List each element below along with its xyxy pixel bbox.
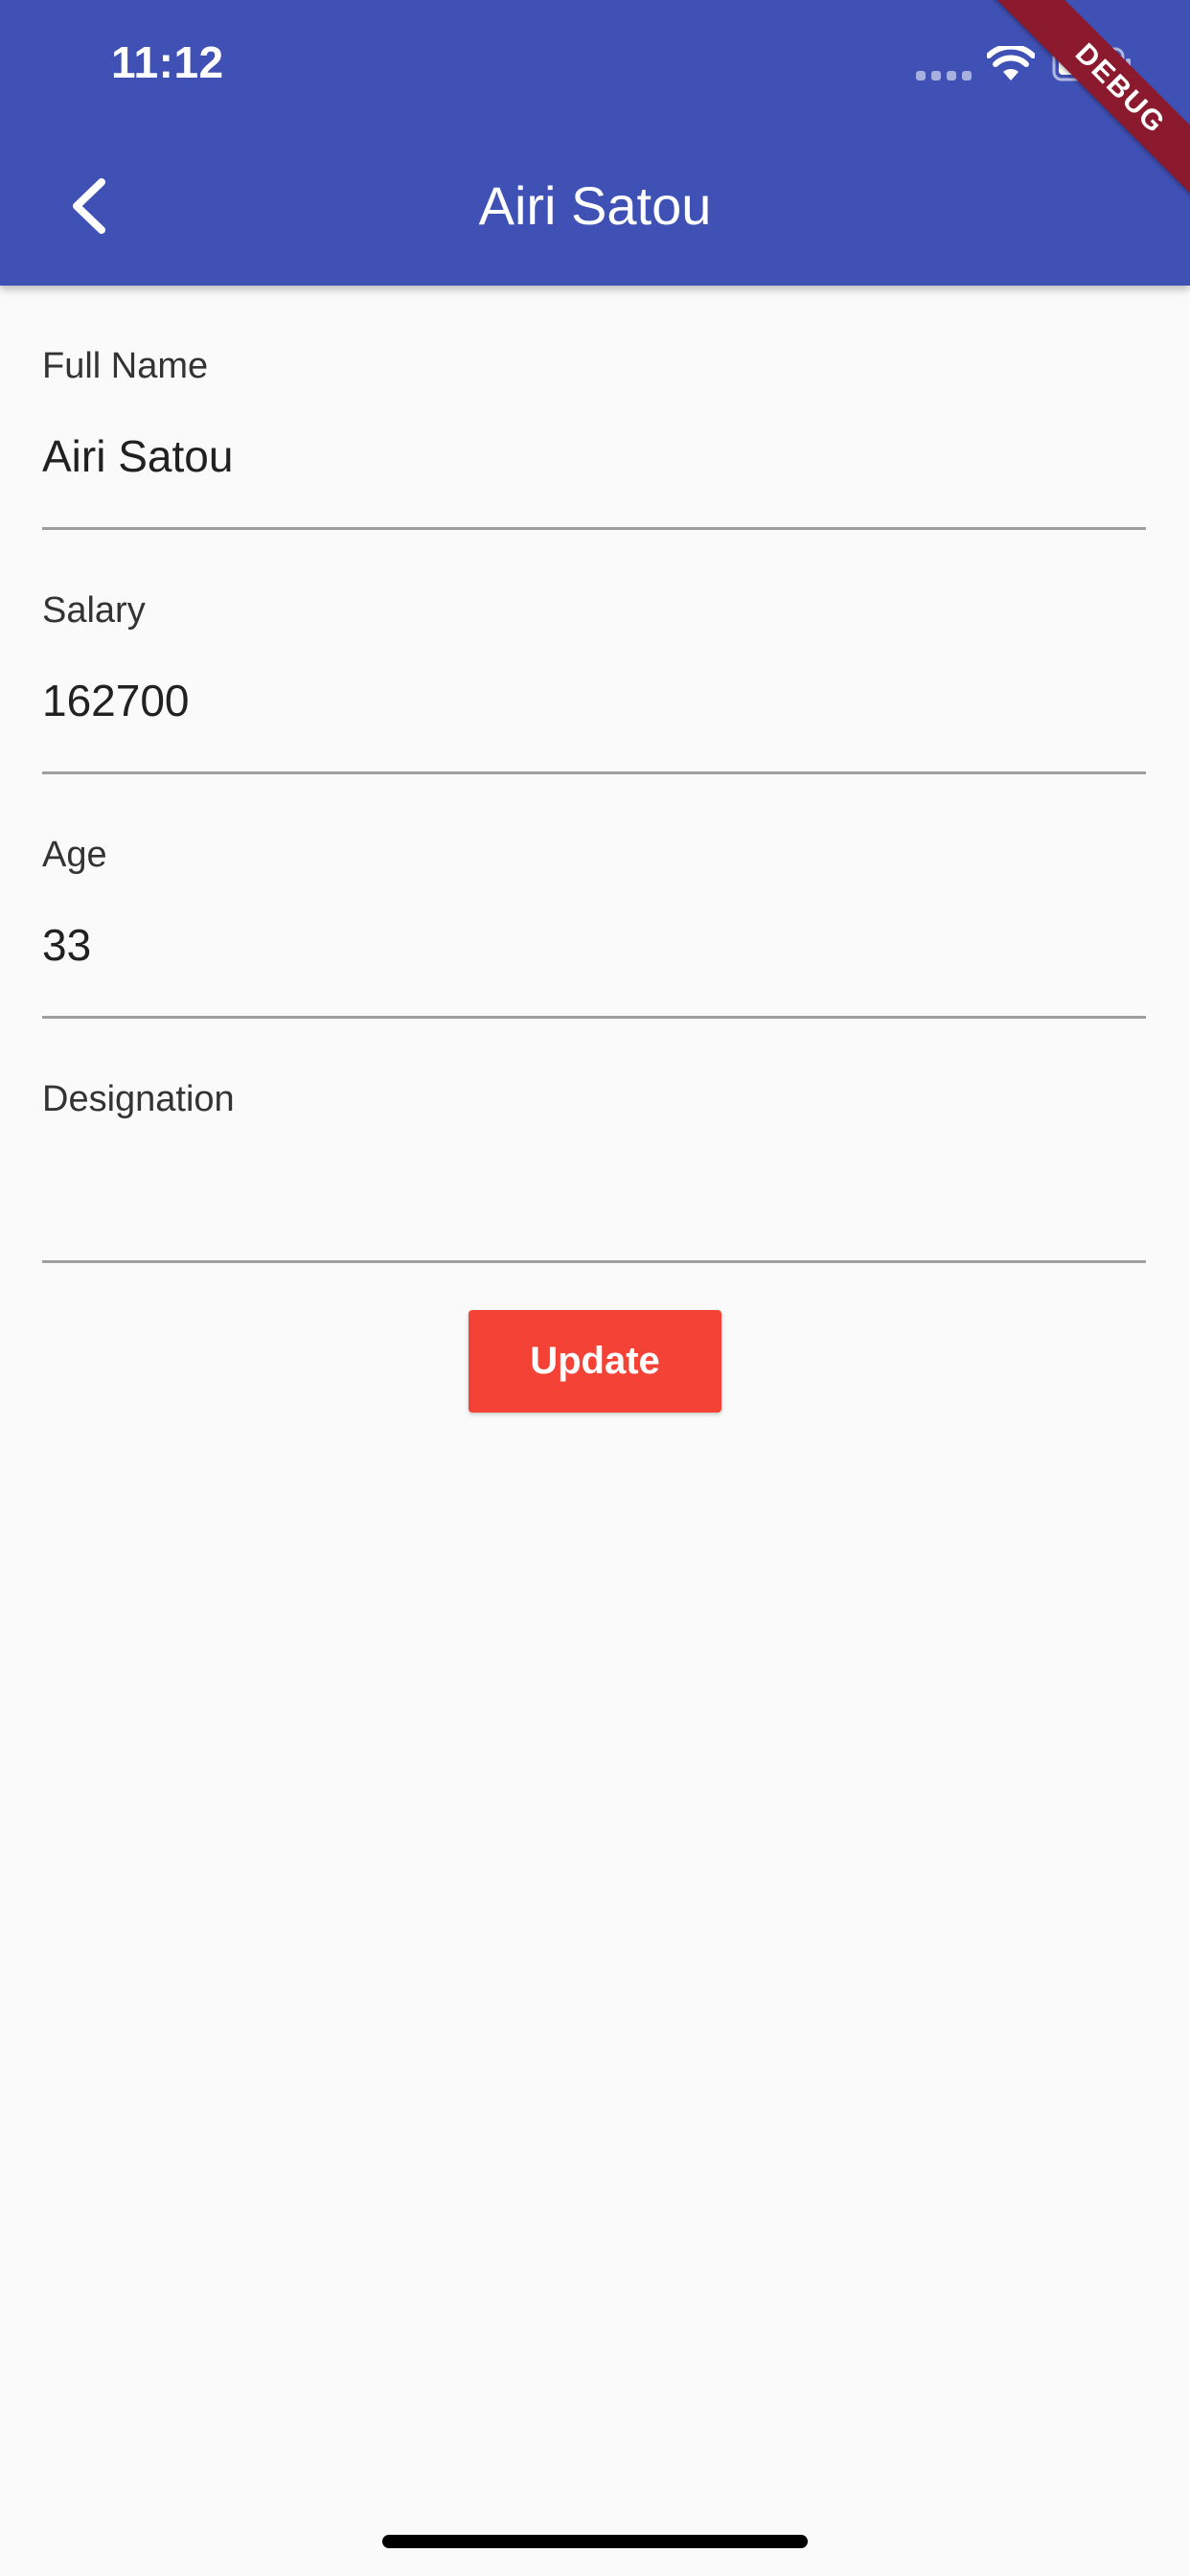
app-bar: 11:12 Airi Satou bbox=[0, 0, 1190, 286]
home-indicator[interactable] bbox=[382, 2535, 808, 2548]
full-name-label: Full Name bbox=[42, 346, 209, 386]
page-title: Airi Satou bbox=[478, 175, 712, 236]
screen: 11:12 Airi Satou DEBUG Full Name S bbox=[0, 0, 1190, 2576]
age-field[interactable]: Age bbox=[42, 774, 1146, 1019]
salary-input[interactable] bbox=[42, 674, 1146, 727]
update-button[interactable]: Update bbox=[469, 1310, 721, 1413]
designation-label: Designation bbox=[42, 1079, 235, 1119]
age-label: Age bbox=[42, 835, 107, 875]
designation-field[interactable]: Designation bbox=[42, 1019, 1146, 1263]
designation-input[interactable] bbox=[42, 1162, 1146, 1216]
wifi-icon bbox=[987, 46, 1035, 80]
employee-form: Full Name Salary Age Designation bbox=[42, 286, 1146, 1263]
status-time: 11:12 bbox=[111, 37, 224, 87]
salary-field[interactable]: Salary bbox=[42, 530, 1146, 774]
salary-label: Salary bbox=[42, 590, 146, 631]
full-name-field[interactable]: Full Name bbox=[42, 286, 1146, 530]
cellular-signal-icon bbox=[916, 71, 972, 80]
full-name-input[interactable] bbox=[42, 429, 1146, 483]
age-input[interactable] bbox=[42, 918, 1146, 972]
